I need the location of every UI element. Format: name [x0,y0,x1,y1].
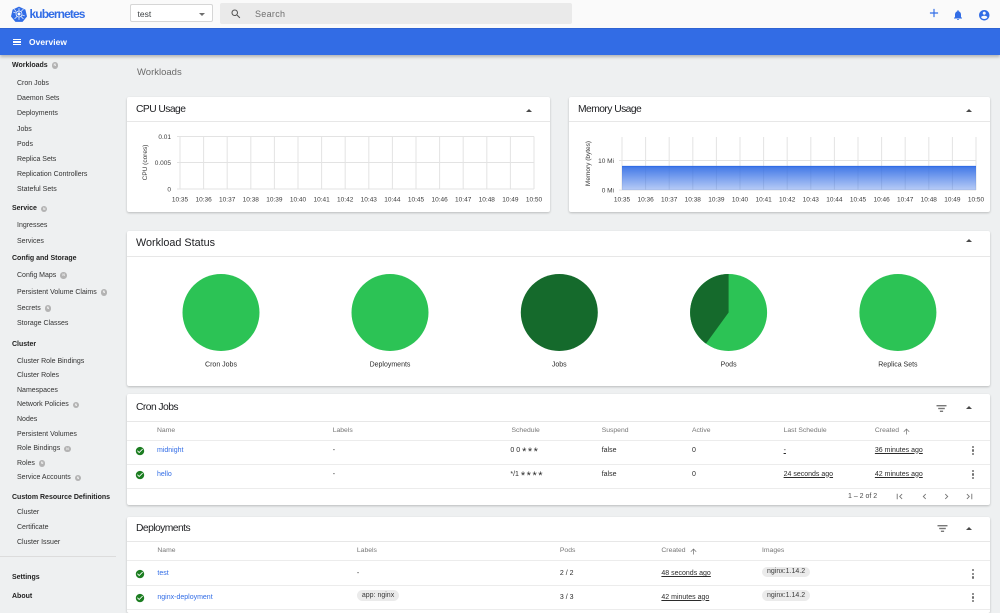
svg-text:10:49: 10:49 [944,197,961,204]
svg-text:10:41: 10:41 [313,197,330,204]
svg-text:10:46: 10:46 [873,197,890,204]
svg-text:10:48: 10:48 [479,197,496,204]
svg-text:10:47: 10:47 [455,197,472,204]
svg-text:0: 0 [167,187,171,194]
svg-text:10:37: 10:37 [661,197,678,204]
svg-text:Replica Sets: Replica Sets [878,362,918,369]
svg-text:10 Mi: 10 Mi [598,158,614,165]
svg-text:10:43: 10:43 [361,197,378,204]
svg-text:10:44: 10:44 [384,197,401,204]
svg-text:10:48: 10:48 [921,197,938,204]
svg-text:Deployments: Deployments [370,362,411,369]
svg-text:10:36: 10:36 [637,197,654,204]
svg-text:0 Mi: 0 Mi [602,188,614,195]
svg-text:10:37: 10:37 [219,197,236,204]
svg-text:10:39: 10:39 [266,197,283,204]
svg-text:10:45: 10:45 [408,197,425,204]
svg-text:Memory (bytes): Memory (bytes) [585,141,592,186]
svg-text:10:35: 10:35 [614,197,631,204]
svg-text:10:46: 10:46 [431,197,448,204]
svg-text:10:35: 10:35 [172,197,189,204]
svg-text:10:44: 10:44 [826,197,843,204]
svg-text:10:50: 10:50 [526,197,543,204]
svg-text:10:38: 10:38 [243,197,260,204]
svg-text:10:47: 10:47 [897,197,914,204]
svg-text:0.005: 0.005 [155,160,172,167]
svg-text:Jobs: Jobs [552,362,567,369]
svg-text:Pods: Pods [721,362,737,369]
svg-text:10:43: 10:43 [803,197,820,204]
svg-text:10:49: 10:49 [502,197,519,204]
svg-text:10:42: 10:42 [779,197,796,204]
svg-text:10:36: 10:36 [195,197,212,204]
svg-text:10:39: 10:39 [708,197,725,204]
svg-text:0.01: 0.01 [158,134,171,141]
svg-text:10:50: 10:50 [968,197,985,204]
svg-text:CPU (cores): CPU (cores) [142,145,149,181]
svg-text:10:42: 10:42 [337,197,354,204]
svg-text:10:40: 10:40 [290,197,307,204]
svg-text:10:45: 10:45 [850,197,867,204]
svg-text:10:41: 10:41 [755,197,772,204]
svg-text:10:38: 10:38 [685,197,702,204]
svg-text:10:40: 10:40 [732,197,749,204]
svg-text:Cron Jobs: Cron Jobs [205,362,237,369]
